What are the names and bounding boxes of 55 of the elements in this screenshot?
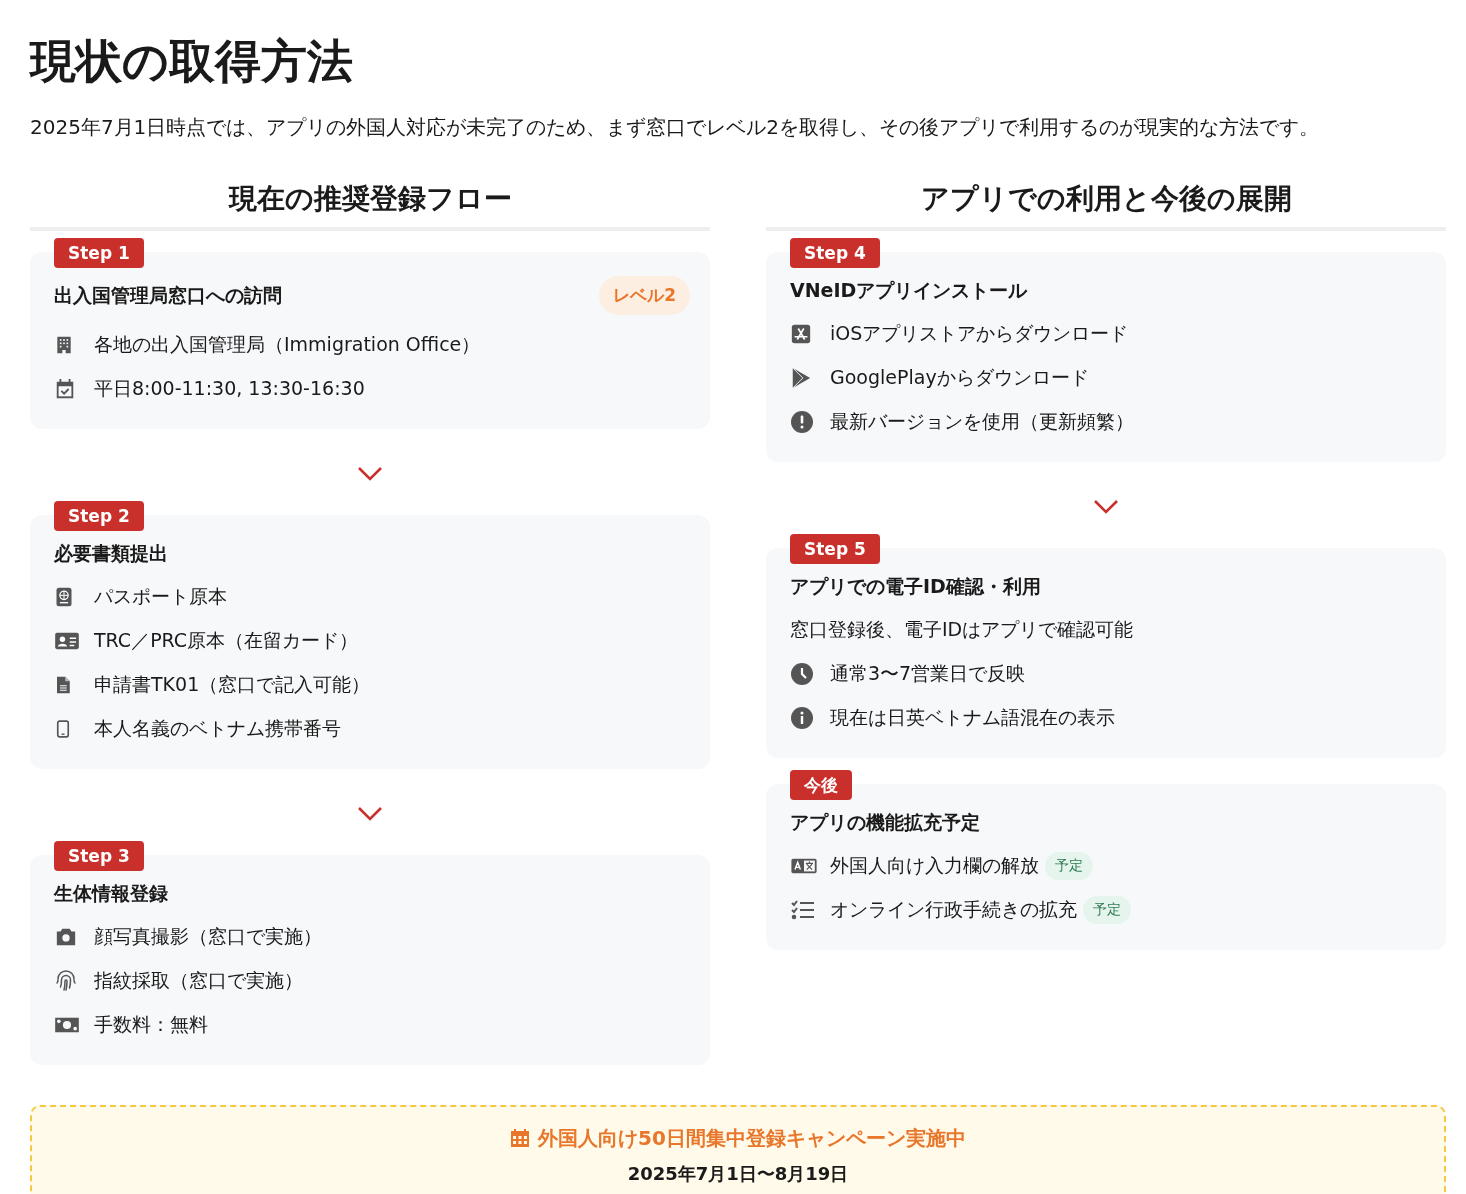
list-item-text: パスポート原本 [94,584,227,609]
play-store-icon [790,366,812,390]
page-title: 現状の取得方法 [30,36,354,87]
banner-title: 外国人向け50日間集中登録キャンペーン実施中 [538,1125,966,1152]
step-badge: Step 5 [790,534,880,565]
exclamation-icon [790,410,814,434]
campaign-dates: 2025年7月1日〜8月19日 [626,1162,850,1186]
list-item-text: 平日8:00-11:30, 13:30-16:30 [94,376,365,401]
note-text: 窓口登録後、電子IDはアプリで確認可能 [790,617,1134,642]
checklist-icon [790,899,816,921]
list-item-text: 最新バージョンを使用（更新頻繁） [830,409,1134,434]
fingerprint-icon [54,969,78,993]
step-badge: Step 3 [54,841,144,872]
step-title: 出入国管理局窓口への訪問 [54,283,282,309]
list-item-text: 手数料：無料 [94,1012,208,1037]
step-badge: Step 1 [54,238,144,269]
id-card-icon [54,631,80,651]
translate-icon [790,857,818,875]
list-item-text: GooglePlayからダウンロード [830,365,1089,390]
list-item-text: 顔写真撮影（窓口で実施） [94,924,322,949]
list-item-text: 申請書TK01（窓口で記入可能） [94,672,371,697]
step-badge: Step 2 [54,501,144,532]
step-title: 必要書類提出 [54,541,168,566]
clock-icon [790,662,814,686]
step-title: アプリでの電子ID確認・利用 [790,574,1041,599]
list-item-text: オンライン行政手続きの拡充 [830,897,1077,922]
list-item-text: 各地の出入国管理局（Immigration Office） [94,332,481,357]
planned-tag: 予定 [1083,896,1131,924]
level-tag: レベル2 [599,276,690,315]
step-title: VNeIDアプリインストール [790,278,1028,303]
column-heading: 現在の推奨登録フロー [227,180,513,217]
column-heading: アプリでの利用と今後の展開 [919,180,1293,217]
step-badge: 今後 [790,770,852,801]
list-item-text: TRC／PRC原本（在留カード） [94,628,359,653]
step-title: アプリの機能拡充予定 [790,810,980,835]
step-badge: Step 4 [790,238,880,269]
money-bill-icon [54,1015,80,1035]
camera-icon [54,926,78,948]
list-item-text: 本人名義のベトナム携帯番号 [94,716,341,741]
list-item-text: 通常3〜7営業日で反映 [830,661,1026,686]
calendar-icon [510,1128,531,1149]
building-icon [54,334,74,356]
app-store-icon [790,323,812,345]
list-item-text: 外国人向け入力欄の解放 [830,853,1039,878]
passport-icon [54,586,74,608]
planned-tag: 予定 [1045,852,1093,880]
document-icon [54,674,72,696]
intro-text: 2025年7月1日時点では、アプリの外国人対応が未完了のため、まず窓口でレベル2を取得し、その後アプリで利用するのが現実的な方法です。 [30,113,1321,141]
list-item-text: 指紋採取（窓口で実施） [94,968,303,993]
step-title: 生体情報登録 [54,881,168,906]
list-item-text: iOSアプリストアからダウンロード [830,321,1129,346]
calendar-check-icon [54,378,76,400]
mobile-phone-icon [54,718,72,740]
info-icon [790,706,814,730]
list-item-text: 現在は日英ベトナム語混在の表示 [830,705,1115,730]
